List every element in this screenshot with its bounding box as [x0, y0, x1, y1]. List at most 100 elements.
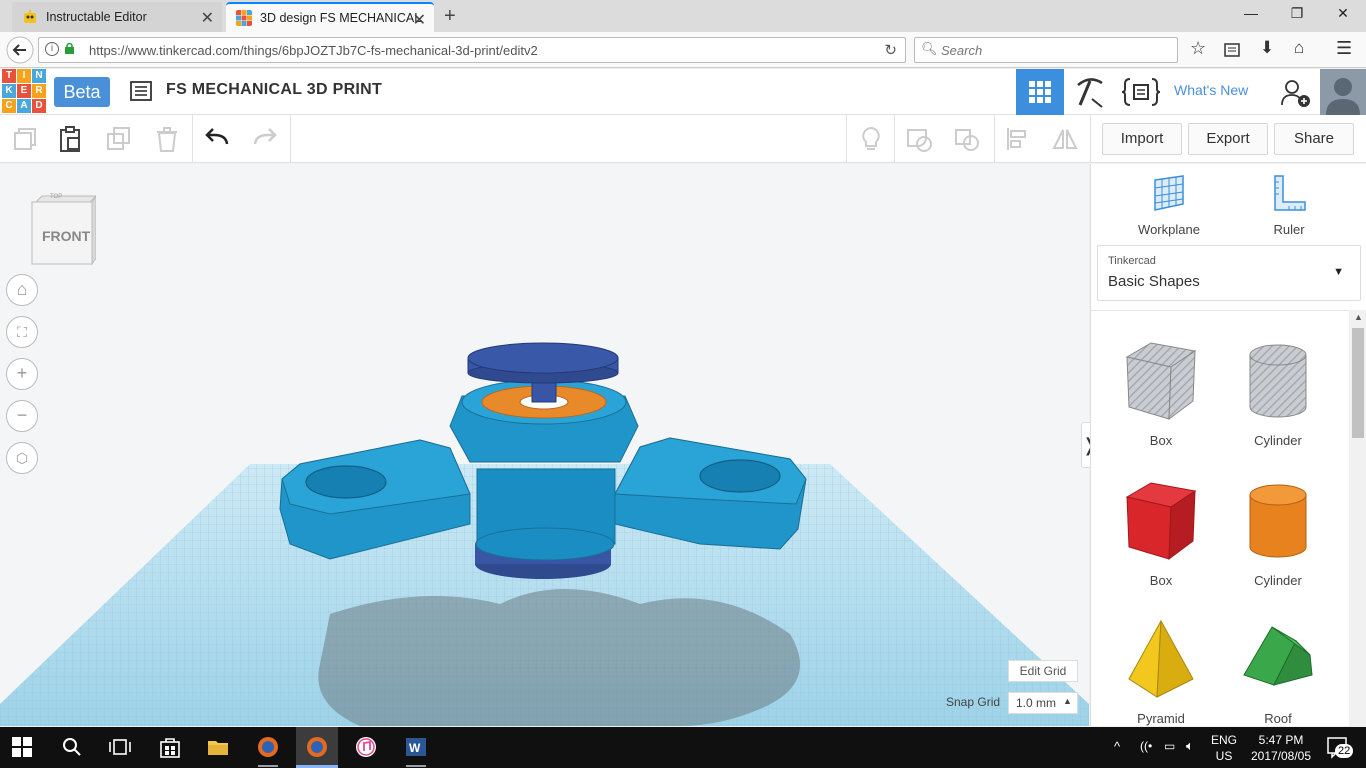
search-placeholder: Search	[941, 43, 983, 58]
tinkercad-grid-icon	[236, 10, 252, 26]
zoom-in-button[interactable]: +	[6, 358, 38, 390]
info-icon[interactable]: i	[45, 42, 59, 56]
delete-icon[interactable]	[152, 124, 182, 154]
browser-nav-bar: i https://www.tinkercad.com/things/6bpJO…	[0, 32, 1366, 68]
hamburger-menu-icon[interactable]: ☰	[1336, 38, 1352, 59]
tab-instructable-editor[interactable]: Instructable Editor ✕	[12, 2, 222, 32]
3d-workspace[interactable]: TOP FRONT ⌂ ⛶ + − ⬡ Edit Grid Snap Grid …	[0, 164, 1089, 726]
home-icon: ⌂	[16, 279, 28, 299]
shape-cylinder[interactable]: Cylinder	[1223, 477, 1333, 588]
shape-category-dropdown[interactable]: Tinkercad Basic Shapes ▼	[1097, 245, 1361, 301]
wifi-icon[interactable]: ((•	[1140, 739, 1152, 753]
red-box-icon	[1125, 482, 1197, 561]
align-icon[interactable]	[1002, 124, 1032, 154]
code-blocks-icon[interactable]	[1122, 77, 1160, 107]
copy-icon[interactable]	[10, 124, 40, 154]
region-code: US	[1215, 749, 1233, 763]
store-icon[interactable]	[158, 735, 182, 759]
ruler-tool[interactable]: Ruler	[1239, 172, 1339, 237]
duplicate-icon[interactable]	[104, 124, 134, 154]
panel-scrollbar[interactable]: ▲	[1349, 310, 1366, 726]
design-title[interactable]: FS MECHANICAL 3D PRINT	[166, 81, 382, 99]
restore-icon[interactable]: ❐	[1274, 5, 1320, 22]
fit-view-button[interactable]: ⛶	[6, 316, 38, 348]
tinkercad-logo[interactable]: T I N K E R C A D	[2, 69, 46, 113]
language-code: ENG	[1210, 733, 1237, 747]
scroll-up-icon[interactable]: ▲	[1354, 312, 1363, 322]
redo-icon[interactable]	[250, 124, 280, 154]
task-view-icon[interactable]	[108, 735, 132, 759]
import-button[interactable]: Import	[1102, 123, 1182, 155]
snap-grid-select[interactable]: 1.0 mm ▲	[1008, 692, 1078, 714]
shape-box-hole[interactable]: Box	[1106, 337, 1216, 448]
word-icon[interactable]: W	[404, 735, 428, 759]
lock-icon	[65, 43, 74, 54]
shape-label: Pyramid	[1137, 711, 1185, 726]
close-tab-icon[interactable]: ✕	[413, 10, 426, 30]
shape-roof[interactable]: Roof	[1223, 617, 1333, 726]
show-hidden-icons-icon[interactable]: ^	[1114, 739, 1120, 754]
workplane-tool[interactable]: Workplane	[1119, 172, 1219, 237]
undo-icon[interactable]	[202, 124, 232, 154]
clock[interactable]: 5:47 PM 2017/08/05	[1240, 732, 1322, 764]
design-menu-icon[interactable]	[130, 81, 152, 101]
battery-icon[interactable]: ▭	[1164, 739, 1175, 753]
paste-icon[interactable]	[56, 124, 86, 154]
avatar[interactable]	[1320, 69, 1366, 115]
shape-cylinder-hole[interactable]: Cylinder	[1223, 337, 1333, 448]
tab-title: 3D design FS MECHANICAL	[260, 11, 422, 25]
firefox-icon[interactable]	[256, 735, 280, 759]
category-source: Tinkercad	[1108, 255, 1156, 267]
close-window-icon[interactable]: ✕	[1320, 5, 1366, 22]
shape-pyramid[interactable]: Pyramid	[1106, 617, 1216, 726]
workplane-label: Workplane	[1138, 222, 1200, 237]
plus-icon: +	[16, 363, 28, 383]
3d-view-button[interactable]	[1016, 69, 1064, 115]
pickaxe-icon[interactable]	[1072, 75, 1108, 109]
mirror-icon[interactable]	[1050, 124, 1080, 154]
tinkercad-header: T I N K E R C A D Beta FS MECHANICAL 3D …	[0, 69, 1366, 115]
scrollbar-thumb[interactable]	[1352, 328, 1364, 438]
add-user-icon[interactable]	[1280, 77, 1314, 109]
home-icon[interactable]: ⌂	[1294, 38, 1304, 58]
lightbulb-icon[interactable]	[856, 124, 886, 154]
whats-new-link[interactable]: What's New	[1174, 82, 1248, 98]
volume-icon[interactable]: 🔈︎	[1186, 738, 1194, 754]
share-button[interactable]: Share	[1274, 123, 1354, 155]
perspective-button[interactable]: ⬡	[6, 442, 38, 474]
shapes-panel: Workplane Ruler Tinkercad Basic Shapes ▼…	[1090, 164, 1366, 726]
search-icon[interactable]	[60, 735, 84, 759]
download-icon[interactable]: ⬇	[1260, 38, 1274, 58]
notification-count: 22	[1335, 744, 1354, 758]
firefox-active-icon[interactable]	[305, 735, 329, 759]
back-arrow-icon[interactable]	[6, 36, 34, 64]
search-input[interactable]: 🔍︎ Search	[914, 37, 1178, 63]
zoom-out-button[interactable]: −	[6, 400, 38, 432]
logo-letter: E	[17, 84, 31, 98]
export-button[interactable]: Export	[1188, 123, 1268, 155]
view-cube[interactable]: TOP FRONT	[30, 194, 98, 266]
edit-grid-button[interactable]: Edit Grid	[1008, 660, 1078, 682]
action-center-button[interactable]: 22	[1326, 735, 1354, 759]
ungroup-icon[interactable]	[952, 124, 982, 154]
language-indicator[interactable]: ENG US	[1206, 732, 1242, 764]
tab-3d-design[interactable]: 3D design FS MECHANICAL ✕	[226, 2, 434, 32]
toolbar-divider	[894, 115, 895, 163]
bookmark-star-icon[interactable]: ☆	[1190, 38, 1206, 59]
minus-icon: −	[16, 405, 28, 425]
url-bar[interactable]: i https://www.tinkercad.com/things/6bpJO…	[38, 37, 906, 63]
minimize-icon[interactable]: —	[1228, 5, 1274, 21]
beta-badge[interactable]: Beta	[54, 77, 110, 107]
file-explorer-icon[interactable]	[206, 735, 230, 759]
logo-letter: A	[17, 99, 31, 113]
reload-icon[interactable]: ↻	[884, 41, 897, 59]
itunes-icon[interactable]	[354, 735, 378, 759]
close-tab-icon[interactable]: ✕	[201, 8, 214, 28]
group-icon[interactable]	[904, 124, 934, 154]
windows-start-icon[interactable]	[12, 737, 32, 757]
green-roof-icon	[1243, 626, 1313, 686]
home-view-button[interactable]: ⌂	[6, 274, 38, 306]
reading-list-icon[interactable]	[1224, 42, 1240, 58]
shape-box[interactable]: Box	[1106, 477, 1216, 588]
new-tab-icon[interactable]: +	[444, 5, 456, 28]
